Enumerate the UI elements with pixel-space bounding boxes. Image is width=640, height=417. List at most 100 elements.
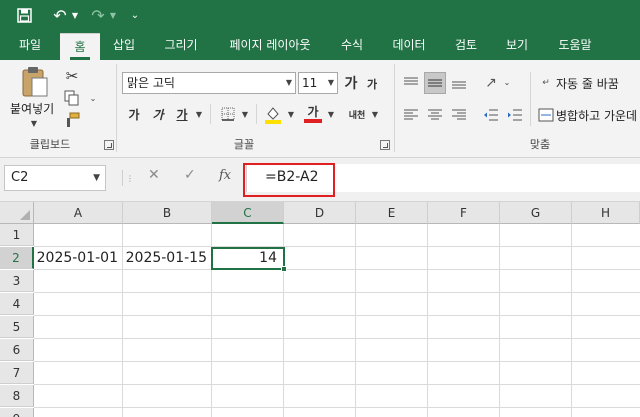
- gridline: [34, 292, 640, 293]
- row-header-8[interactable]: 8: [0, 385, 34, 407]
- cancel-icon[interactable]: ✕: [148, 167, 160, 183]
- tab-view[interactable]: 보기: [494, 30, 540, 60]
- undo-dropdown-icon[interactable]: ▼: [70, 4, 80, 26]
- row-header-7[interactable]: 7: [0, 362, 34, 384]
- fill-color-icon[interactable]: [262, 102, 284, 126]
- column-header-b[interactable]: B: [123, 202, 212, 224]
- paste-icon[interactable]: [20, 66, 50, 98]
- row-header-4[interactable]: 4: [0, 293, 34, 315]
- name-box[interactable]: C2 ▼: [4, 165, 106, 191]
- grow-font-button[interactable]: 가: [342, 73, 360, 93]
- gridline: [571, 224, 572, 417]
- fill-handle[interactable]: [281, 266, 287, 272]
- paste-dropdown-icon[interactable]: ▼: [28, 118, 40, 128]
- font-launcher-icon[interactable]: [380, 140, 390, 150]
- ribbon-home: 붙여넣기 ▼ ✂ ⌄ 클립보드 맑은 고딕 ▼ 11 ▼ 가 가 가 가 가 ▼: [0, 60, 640, 158]
- underline-dropdown-icon[interactable]: ▼: [194, 108, 204, 120]
- row-header-6[interactable]: 6: [0, 339, 34, 361]
- formula-input[interactable]: =B2-A2: [246, 164, 640, 192]
- column-header-h[interactable]: H: [572, 202, 640, 224]
- underline-button[interactable]: 가: [172, 104, 192, 124]
- font-size-select[interactable]: 11 ▼: [298, 72, 338, 94]
- clipboard-launcher-icon[interactable]: [104, 140, 114, 150]
- customize-qat-icon[interactable]: ⌄: [128, 4, 142, 26]
- align-top-button[interactable]: [400, 72, 422, 94]
- column-header-f[interactable]: F: [428, 202, 500, 224]
- tab-review[interactable]: 검토: [444, 30, 488, 60]
- decrease-indent-icon[interactable]: [480, 104, 502, 126]
- phonetic-button[interactable]: 내천: [346, 104, 368, 124]
- redo-dropdown-icon[interactable]: ▼: [108, 4, 118, 26]
- tab-home[interactable]: 홈: [60, 33, 100, 60]
- cut-icon[interactable]: ✂: [62, 66, 82, 86]
- tab-draw[interactable]: 그리기: [152, 30, 210, 60]
- font-color-swatch: [304, 119, 322, 123]
- gridline: [499, 224, 500, 417]
- shrink-font-button[interactable]: 가: [364, 75, 380, 93]
- undo-icon[interactable]: ↶: [50, 4, 70, 26]
- wrap-text-icon[interactable]: ↵: [536, 72, 556, 94]
- formula-bar: C2 ▼ ⋮ ✕ ✓ fx =B2-A2: [0, 158, 640, 202]
- column-header-d[interactable]: D: [284, 202, 356, 224]
- row-header-5[interactable]: 5: [0, 316, 34, 338]
- tab-data[interactable]: 데이터: [380, 30, 438, 60]
- orientation-dropdown-icon[interactable]: ⌄: [502, 76, 512, 88]
- column-header-a[interactable]: A: [34, 202, 123, 224]
- copy-icon[interactable]: [62, 88, 82, 108]
- row-header-1[interactable]: 1: [0, 224, 34, 246]
- align-right-button[interactable]: [448, 104, 470, 126]
- column-header-c[interactable]: C: [212, 202, 284, 224]
- redo-icon[interactable]: ↷: [88, 4, 108, 26]
- align-bottom-button[interactable]: [448, 72, 470, 94]
- save-icon[interactable]: [14, 4, 34, 26]
- align-left-icon: [404, 109, 418, 120]
- insert-function-icon[interactable]: fx: [219, 168, 231, 183]
- gridline: [34, 407, 640, 408]
- column-header-e[interactable]: E: [356, 202, 428, 224]
- phonetic-dropdown-icon[interactable]: ▼: [370, 108, 380, 120]
- align-middle-button[interactable]: [424, 72, 446, 94]
- formula-text: =B2-A2: [265, 169, 319, 185]
- font-color-dropdown-icon[interactable]: ▼: [326, 108, 336, 120]
- font-name-value: 맑은 고딕: [127, 76, 175, 90]
- tab-insert[interactable]: 삽입: [102, 30, 146, 60]
- font-name-select[interactable]: 맑은 고딕 ▼: [122, 72, 296, 94]
- orientation-icon[interactable]: ↗: [480, 72, 502, 94]
- fill-color-dropdown-icon[interactable]: ▼: [286, 108, 296, 120]
- align-bottom-icon: [452, 81, 466, 89]
- gridline: [34, 384, 640, 385]
- bold-button[interactable]: 가: [124, 104, 144, 124]
- font-group-label: 글꼴: [233, 138, 255, 151]
- align-center-button[interactable]: [424, 104, 446, 126]
- excel-window: ↶ ▼ ↷ ▼ ⌄ 파일 홈 삽입 그리기 페이지 레이아웃 수식 데이터 검토…: [0, 0, 640, 417]
- tab-file[interactable]: 파일: [8, 30, 52, 60]
- row-header-9[interactable]: 9: [0, 408, 34, 417]
- align-left-button[interactable]: [400, 104, 422, 126]
- enter-icon[interactable]: ✓: [184, 167, 196, 183]
- borders-dropdown-icon[interactable]: ▼: [240, 108, 250, 120]
- font-color-button[interactable]: 가: [302, 102, 324, 126]
- paste-button-label[interactable]: 붙여넣기: [10, 100, 54, 117]
- wrap-text-button[interactable]: 자동 줄 바꿈: [556, 75, 619, 92]
- brush-icon: [67, 112, 80, 127]
- row-header-2[interactable]: 2: [0, 247, 34, 269]
- merge-center-icon[interactable]: [536, 104, 556, 126]
- save-icon-glyph: [16, 7, 32, 23]
- column-header-g[interactable]: G: [500, 202, 572, 224]
- merge-center-button[interactable]: 병합하고 가운데: [556, 107, 637, 124]
- italic-button[interactable]: 가: [148, 104, 168, 124]
- row-header-3[interactable]: 3: [0, 270, 34, 292]
- select-all-corner[interactable]: [0, 202, 34, 224]
- title-bar: ↶ ▼ ↷ ▼ ⌄: [0, 0, 640, 30]
- tab-help[interactable]: 도움말: [546, 30, 604, 60]
- format-painter-icon[interactable]: [62, 110, 82, 130]
- copy-dropdown-icon[interactable]: ⌄: [88, 92, 98, 104]
- tab-page-layout[interactable]: 페이지 레이아웃: [216, 30, 324, 60]
- border-grid-icon: [221, 107, 235, 121]
- tab-formulas[interactable]: 수식: [330, 30, 374, 60]
- cell-a2[interactable]: 2025-01-01: [34, 247, 122, 269]
- increase-indent-icon[interactable]: [504, 104, 526, 126]
- borders-icon[interactable]: [218, 104, 238, 124]
- cell-b2[interactable]: 2025-01-15: [123, 247, 211, 269]
- worksheet-grid[interactable]: A B C D E F G H 1 2 3 4 5 6 7 8 9 2025-0…: [0, 202, 640, 417]
